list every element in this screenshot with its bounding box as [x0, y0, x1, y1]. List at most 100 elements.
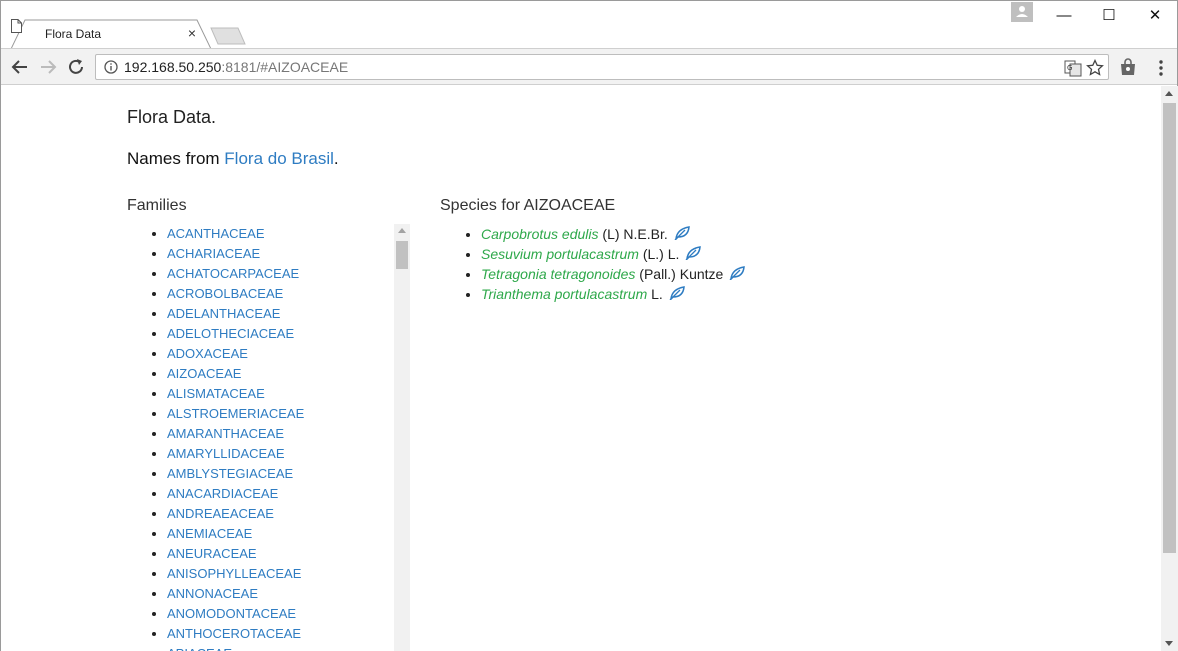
- species-author: (Pall.) Kuntze: [635, 266, 724, 282]
- reload-icon[interactable]: [65, 56, 87, 78]
- leaf-icon[interactable]: [729, 266, 746, 280]
- family-item: AMARYLLIDACEAE: [167, 444, 304, 464]
- families-heading: Families: [127, 197, 187, 214]
- family-link[interactable]: AIZOACEAE: [167, 366, 241, 381]
- family-link[interactable]: ANISOPHYLLEACEAE: [167, 566, 301, 581]
- family-link[interactable]: ANEURACEAE: [167, 546, 257, 561]
- family-item: ANISOPHYLLEACEAE: [167, 564, 304, 584]
- family-link[interactable]: ACHARIACEAE: [167, 246, 260, 261]
- family-link[interactable]: APIACEAE: [167, 646, 232, 651]
- species-heading: Species for AIZOACEAE: [440, 197, 616, 214]
- family-link[interactable]: AMARYLLIDACEAE: [167, 446, 285, 461]
- family-link[interactable]: ANOMODONTACEAE: [167, 606, 296, 621]
- subtitle-prefix: Names from: [127, 149, 225, 168]
- leaf-icon[interactable]: [669, 286, 685, 300]
- url-text[interactable]: 192.168.50.250:8181/#AIZOACEAE: [124, 59, 348, 75]
- profile-icon[interactable]: [1011, 2, 1033, 22]
- family-item: ANTHOCEROTACEAE: [167, 624, 304, 644]
- page-title: Flora Data.: [127, 107, 217, 127]
- leaf-icon[interactable]: [685, 246, 702, 260]
- family-item: ADOXACEAE: [167, 344, 304, 364]
- svg-text:G: G: [1067, 64, 1072, 72]
- species-link[interactable]: Sesuvium portulacastrum: [481, 246, 639, 262]
- family-link[interactable]: ACROBOLBACEAE: [167, 286, 283, 301]
- close-button[interactable]: ✕: [1132, 3, 1178, 29]
- forward-icon[interactable]: [37, 56, 59, 78]
- tab-close-icon[interactable]: ×: [185, 25, 199, 41]
- family-link[interactable]: ANNONACEAE: [167, 586, 258, 601]
- family-link[interactable]: ANDREAEACEAE: [167, 506, 274, 521]
- extension-icon[interactable]: [1118, 58, 1138, 78]
- family-item: ALISMATACEAE: [167, 384, 304, 404]
- family-item: APIACEAE: [167, 644, 304, 651]
- family-item: ANEURACEAE: [167, 544, 304, 564]
- species-link[interactable]: Tetragonia tetragonoides: [481, 266, 635, 282]
- families-list: ACANTHACEAE ACHARIACEAE ACHATOCARPACEAE ACR…: [149, 224, 304, 651]
- family-item: ANNONACEAE: [167, 584, 304, 604]
- url-path: :8181/#AIZOACEAE: [221, 59, 349, 75]
- address-bar[interactable]: 192.168.50.250:8181/#AIZOACEAE G: [95, 54, 1109, 80]
- species-author: L.: [647, 286, 663, 302]
- page-scrollbar[interactable]: [1161, 86, 1178, 651]
- browser-toolbar: 192.168.50.250:8181/#AIZOACEAE G: [1, 48, 1177, 85]
- families-scroll-thumb[interactable]: [396, 241, 408, 269]
- family-item: ANOMODONTACEAE: [167, 604, 304, 624]
- browser-window: Flora Data × — ☐ ✕ 192.168.50.250:8181/#…: [0, 0, 1178, 651]
- families-panel[interactable]: ACANTHACEAE ACHARIACEAE ACHATOCARPACEAE ACR…: [127, 224, 410, 651]
- species-item: Sesuvium portulacastrum (L.) L.: [481, 244, 745, 264]
- browser-tab[interactable]: Flora Data ×: [11, 19, 211, 49]
- species-author: (L) N.E.Br.: [598, 226, 668, 242]
- subtitle-suffix: .: [333, 149, 339, 168]
- family-item: ALSTROEMERIACEAE: [167, 404, 304, 424]
- species-item: Trianthema portulacastrum L.: [481, 284, 745, 304]
- species-link[interactable]: Carpobrotus edulis: [481, 226, 599, 242]
- page-scroll-thumb[interactable]: [1163, 103, 1176, 553]
- family-link[interactable]: AMBLYSTEGIACEAE: [167, 466, 293, 481]
- family-item: ADELOTHECIACEAE: [167, 324, 304, 344]
- family-item: ANDREAEACEAE: [167, 504, 304, 524]
- family-link[interactable]: ANEMIACEAE: [167, 526, 252, 541]
- scroll-up-icon[interactable]: [398, 228, 406, 233]
- tab-strip: Flora Data × — ☐ ✕: [1, 1, 1178, 49]
- page-content: Flora Data. Names from Flora do Brasil. …: [1, 86, 1161, 651]
- family-item: ANEMIACEAE: [167, 524, 304, 544]
- families-scrollbar[interactable]: [394, 224, 410, 651]
- star-icon[interactable]: [1086, 59, 1104, 77]
- new-tab-button[interactable]: [210, 27, 246, 45]
- family-item: ACHARIACEAE: [167, 244, 304, 264]
- minimize-button[interactable]: —: [1041, 3, 1087, 29]
- menu-icon[interactable]: [1151, 58, 1171, 78]
- maximize-button[interactable]: ☐: [1086, 3, 1132, 29]
- family-link[interactable]: ADOXACEAE: [167, 346, 248, 361]
- translate-icon[interactable]: G: [1064, 59, 1082, 77]
- leaf-icon[interactable]: [674, 226, 690, 240]
- back-icon[interactable]: [9, 56, 31, 78]
- family-link[interactable]: ALSTROEMERIACEAE: [167, 406, 304, 421]
- family-link[interactable]: ACHATOCARPACEAE: [167, 266, 299, 281]
- family-link[interactable]: ADELANTHACEAE: [167, 306, 280, 321]
- family-link[interactable]: AMARANTHACEAE: [167, 426, 284, 441]
- family-item: ACROBOLBACEAE: [167, 284, 304, 304]
- species-item: Carpobrotus edulis (L) N.E.Br.: [481, 224, 745, 244]
- family-item: AMBLYSTEGIACEAE: [167, 464, 304, 484]
- species-link[interactable]: Trianthema portulacastrum: [481, 286, 647, 302]
- info-icon[interactable]: [104, 60, 118, 74]
- family-item: ACHATOCARPACEAE: [167, 264, 304, 284]
- scroll-down-icon[interactable]: [1165, 641, 1173, 646]
- family-item: ADELANTHACEAE: [167, 304, 304, 324]
- family-link[interactable]: ADELOTHECIACEAE: [167, 326, 294, 341]
- family-link[interactable]: ANTHOCEROTACEAE: [167, 626, 301, 641]
- family-item: ACANTHACEAE: [167, 224, 304, 244]
- family-link[interactable]: ALISMATACEAE: [167, 386, 265, 401]
- family-link[interactable]: ACANTHACEAE: [167, 226, 265, 241]
- page-subtitle: Names from Flora do Brasil.: [127, 149, 339, 169]
- family-item: ANACARDIACEAE: [167, 484, 304, 504]
- species-author: (L.) L.: [638, 246, 680, 262]
- tab-shape: [11, 19, 211, 49]
- family-item: AIZOACEAE: [167, 364, 304, 384]
- flora-do-brasil-link[interactable]: Flora do Brasil: [224, 149, 334, 168]
- family-link[interactable]: ANACARDIACEAE: [167, 486, 278, 501]
- family-item: AMARANTHACEAE: [167, 424, 304, 444]
- tab-title: Flora Data: [45, 27, 102, 41]
- scroll-up-icon[interactable]: [1165, 91, 1173, 96]
